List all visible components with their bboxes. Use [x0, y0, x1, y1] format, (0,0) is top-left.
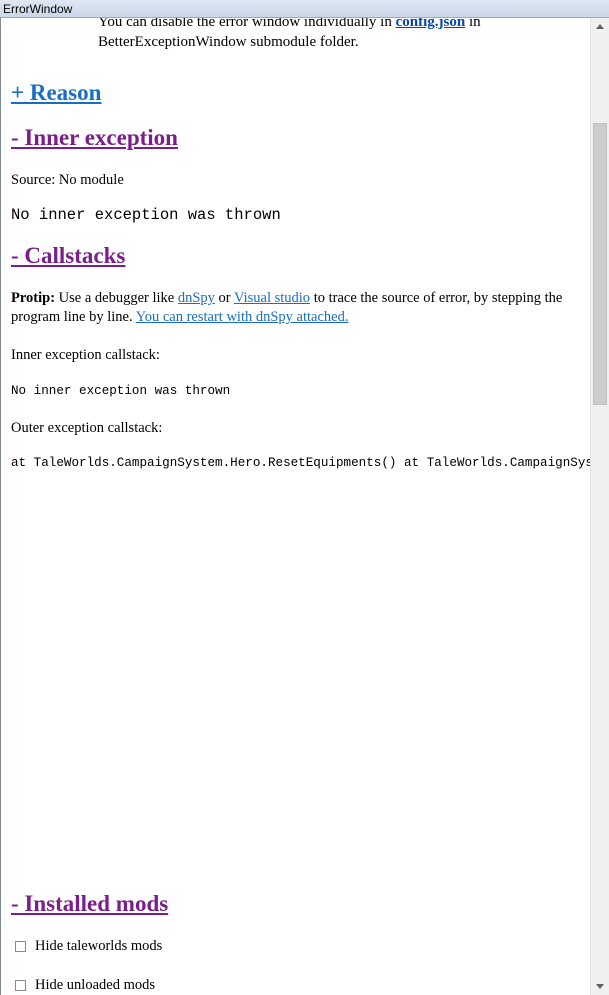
- dnspy-link[interactable]: dnSpy: [178, 290, 215, 306]
- window-title: ErrorWindow: [0, 0, 609, 18]
- hide-taleworlds-checkbox[interactable]: [15, 941, 26, 952]
- reason-toggle[interactable]: + Reason: [11, 79, 101, 107]
- error-content: You can disable the error window individ…: [1, 18, 590, 995]
- hide-unloaded-label: Hide unloaded mods: [35, 977, 156, 993]
- vertical-scrollbar[interactable]: [590, 18, 609, 995]
- callstacks-toggle[interactable]: - Callstacks: [11, 242, 125, 270]
- disable-note: You can disable the error window individ…: [98, 18, 481, 52]
- inner-callstack-label: Inner exception callstack:: [11, 347, 160, 363]
- arrow-down-icon: [596, 984, 604, 989]
- restart-dnspy-link[interactable]: You can restart with dnSpy attached.: [136, 309, 349, 325]
- outer-callstack: at TaleWorlds.CampaignSystem.Hero.ResetE…: [11, 456, 590, 472]
- arrow-up-icon: [596, 24, 604, 29]
- hide-taleworlds-mods-option[interactable]: Hide taleworlds mods: [15, 937, 162, 956]
- inner-exception-toggle[interactable]: - Inner exception: [11, 124, 178, 152]
- visual-studio-link[interactable]: Visual studio: [234, 290, 310, 306]
- callstack-line: TaleWorlds.CampaignSystem.Actions.Remove…: [426, 456, 590, 470]
- outer-callstack-label: Outer exception callstack:: [11, 420, 163, 436]
- scrollbar-thumb[interactable]: [593, 123, 607, 405]
- scroll-down-button[interactable]: [591, 978, 609, 995]
- note-text: You can disable the error window individ…: [98, 18, 396, 30]
- config-json-link[interactable]: config.json: [396, 18, 466, 30]
- window-left-border: [0, 18, 1, 995]
- note-suffix: in: [465, 18, 481, 30]
- inner-exception-source: Source: No module: [11, 172, 124, 188]
- callstack-line: at: [404, 456, 420, 470]
- scroll-up-button[interactable]: [591, 18, 609, 35]
- hide-unloaded-mods-option[interactable]: Hide unloaded mods: [15, 976, 155, 995]
- hide-unloaded-checkbox[interactable]: [15, 980, 26, 991]
- inner-exception-message: No inner exception was thrown: [11, 206, 281, 224]
- protip-text: or: [214, 290, 234, 306]
- installed-mods-toggle[interactable]: - Installed mods: [11, 890, 168, 918]
- protip: Protip: Use a debugger like dnSpy or Vis…: [11, 289, 576, 327]
- note-line2: BetterExceptionWindow submodule folder.: [98, 34, 359, 50]
- inner-callstack-value: No inner exception was thrown: [11, 384, 231, 398]
- callstack-line: at TaleWorlds.CampaignSystem.Hero.ResetE…: [11, 456, 397, 470]
- hide-taleworlds-label: Hide taleworlds mods: [35, 938, 163, 954]
- protip-label: Protip:: [11, 290, 56, 306]
- protip-text: Use a debugger like: [55, 290, 178, 306]
